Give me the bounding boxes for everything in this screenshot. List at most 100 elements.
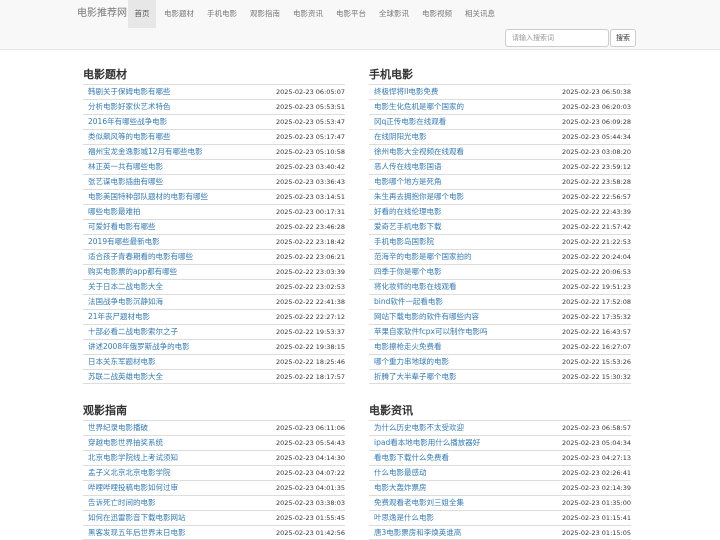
article-link[interactable]: 2016年有哪些战争电影 bbox=[88, 115, 167, 129]
article-link[interactable]: 21年丧尸题材电影 bbox=[88, 310, 150, 324]
article-link[interactable]: 2019有哪些最新电影 bbox=[88, 235, 160, 249]
site-brand[interactable]: 电影推荐网 bbox=[77, 0, 127, 28]
article-link[interactable]: 苹果自家软件fcpx可以制作电影吗 bbox=[374, 325, 487, 339]
article-link[interactable]: 折腾了大半辈子哪个电影 bbox=[374, 370, 457, 384]
article-link[interactable]: 穿越电影世界抽奖系统 bbox=[88, 436, 163, 450]
article-link[interactable]: 世界纪录电影播破 bbox=[88, 421, 148, 435]
list-item: 哔哩哔哩投稿电影如何过审 2025-02-23 04:01:35 bbox=[83, 480, 345, 495]
article-link[interactable]: 在线阴阳光电影 bbox=[374, 130, 427, 144]
article-link[interactable]: 孟子义北京北京电影学院 bbox=[88, 466, 171, 480]
list-item: 终极悍将II电影免费 2025-02-23 06:50:38 bbox=[369, 84, 631, 99]
nav-item-related-info[interactable]: 相关讯息 bbox=[460, 0, 500, 28]
article-list: 终极悍将II电影免费 2025-02-23 06:50:38 电影生化危机是哪个国家… bbox=[369, 84, 631, 384]
article-link[interactable]: 范海辛的电影是哪个国家拍的 bbox=[374, 250, 472, 264]
article-link[interactable]: 网站下载电影的软件有哪些内容 bbox=[374, 310, 479, 324]
article-date: 2025-02-23 06:58:57 bbox=[561, 424, 631, 432]
section-title: 电影资讯 bbox=[369, 404, 413, 417]
search-button[interactable]: 搜索 bbox=[610, 29, 636, 47]
article-link[interactable]: 讲述2008年俄罗斯战争的电影 bbox=[88, 340, 190, 354]
article-date: 2025-02-22 22:41:38 bbox=[275, 298, 345, 306]
article-date: 2025-02-22 23:02:53 bbox=[275, 283, 345, 291]
article-link[interactable]: 免费观看老电影刘三姐全集 bbox=[374, 496, 464, 510]
list-item: 冈q正传电影在线观看 2025-02-23 06:09:28 bbox=[369, 114, 631, 129]
article-link[interactable]: 黑客发现五年后世界末日电影 bbox=[88, 526, 186, 540]
article-link[interactable]: 终极悍将II电影免费 bbox=[374, 85, 438, 99]
nav-item-movie-video[interactable]: 电影视频 bbox=[417, 0, 457, 28]
article-link[interactable]: 林正英一共有哪些电影 bbox=[88, 160, 163, 174]
article-link[interactable]: 电影擦枪走火免费看 bbox=[374, 340, 442, 354]
article-link[interactable]: 类似飙风等的电影有哪些 bbox=[88, 130, 171, 144]
nav-item-home[interactable]: 首页 bbox=[128, 0, 156, 28]
article-link[interactable]: 手机电影岛国影院 bbox=[374, 235, 434, 249]
article-link[interactable]: 韩剧关于保姆电影有哪些 bbox=[88, 85, 171, 99]
article-link[interactable]: 可爱好看电影有哪些 bbox=[88, 220, 156, 234]
article-link[interactable]: 冈q正传电影在线观看 bbox=[374, 115, 446, 129]
article-link[interactable]: 关于日本二战电影大全 bbox=[88, 280, 163, 294]
article-link[interactable]: 好看的在线伦理电影 bbox=[374, 205, 442, 219]
article-link[interactable]: 唐3电影票房和李焕英谁高 bbox=[374, 526, 461, 540]
list-item: 关于日本二战电影大全 2025-02-22 23:02:53 bbox=[83, 279, 345, 294]
article-date: 2025-02-22 20:06:53 bbox=[561, 268, 631, 276]
list-item: 十部必看二战电影索尔之子 2025-02-22 19:53:37 bbox=[83, 324, 345, 339]
article-date: 2025-02-23 01:35:00 bbox=[561, 499, 631, 507]
article-link[interactable]: 四季于你是哪个电影 bbox=[374, 265, 442, 279]
article-link[interactable]: 恶人传在线电影国语 bbox=[374, 160, 442, 174]
article-link[interactable]: 告诉死亡时间的电影 bbox=[88, 496, 156, 510]
nav-item-genres[interactable]: 电影题材 bbox=[159, 0, 199, 28]
nav-item-movie-platform[interactable]: 电影平台 bbox=[331, 0, 371, 28]
article-link[interactable]: 苏联二战英雄电影大全 bbox=[88, 370, 163, 384]
list-item: 如何在迅雷影音下载电影网站 2025-02-23 01:55:45 bbox=[83, 510, 345, 525]
article-link[interactable]: 适合孩子青春期看的电影有哪些 bbox=[88, 250, 193, 264]
article-date: 2025-02-22 22:56:57 bbox=[561, 193, 631, 201]
article-link[interactable]: 哔哩哔哩投稿电影如何过审 bbox=[88, 481, 178, 495]
article-link[interactable]: 法国战争电影沉静如海 bbox=[88, 295, 163, 309]
article-link[interactable]: 电影大轰炸票房 bbox=[374, 481, 427, 495]
article-link[interactable]: 叶思逸是什么电影 bbox=[374, 511, 434, 525]
nav-item-viewing-guide[interactable]: 观影指南 bbox=[245, 0, 285, 28]
article-link[interactable]: 徐州电影大全视频在线观看 bbox=[374, 145, 464, 159]
article-link[interactable]: 福州宝龙金逸影城12月有哪些电影 bbox=[88, 145, 203, 159]
article-link[interactable]: 北京电影学院线上考试须知 bbox=[88, 451, 178, 465]
search-input[interactable] bbox=[505, 29, 609, 47]
nav-item-movie-news[interactable]: 电影资讯 bbox=[288, 0, 328, 28]
list-item: 恶人传在线电影国语 2025-02-22 23:59:12 bbox=[369, 159, 631, 174]
article-link[interactable]: 分析电影好家伙艺术特色 bbox=[88, 100, 171, 114]
article-date: 2025-02-22 15:53:26 bbox=[561, 358, 631, 366]
article-link[interactable]: 购买电影票的app都有哪些 bbox=[88, 265, 177, 279]
list-item: 什么电影最感动 2025-02-23 02:26:41 bbox=[369, 465, 631, 480]
article-date: 2025-02-22 23:46:28 bbox=[275, 223, 345, 231]
list-item: 黑客发现五年后世界末日电影 2025-02-23 01:42:56 bbox=[83, 525, 345, 540]
article-link[interactable]: 爱奇艺手机电影下载 bbox=[374, 220, 442, 234]
article-link[interactable]: 哪些电影最难拍 bbox=[88, 205, 141, 219]
list-item: 哪个重力串地球的电影 2025-02-22 15:53:26 bbox=[369, 354, 631, 369]
list-item: 日本关东军题材电影 2025-02-22 18:25:46 bbox=[83, 354, 345, 369]
article-link[interactable]: 什么电影最感动 bbox=[374, 466, 427, 480]
article-date: 2025-02-22 18:17:57 bbox=[275, 373, 345, 381]
article-date: 2025-02-23 01:55:45 bbox=[275, 514, 345, 522]
list-item: 唐3电影票房和李焕英谁高 2025-02-23 01:15:05 bbox=[369, 525, 631, 540]
article-link[interactable]: 将化妆师的电影在线观看 bbox=[374, 280, 457, 294]
article-date: 2025-02-23 05:10:58 bbox=[275, 148, 345, 156]
article-link[interactable]: 为什么历史电影不太受欢迎 bbox=[374, 421, 464, 435]
article-link[interactable]: 电影生化危机是哪个国家的 bbox=[374, 100, 464, 114]
list-item: 手机电影岛国影院 2025-02-22 21:22:53 bbox=[369, 234, 631, 249]
article-link[interactable]: 看电影下载什么免费看 bbox=[374, 451, 449, 465]
nav-item-mobile-movies[interactable]: 手机电影 bbox=[202, 0, 242, 28]
article-link[interactable]: bind软件一起看电影 bbox=[374, 295, 443, 309]
list-item: 2019有哪些最新电影 2025-02-22 23:18:42 bbox=[83, 234, 345, 249]
list-item: 适合孩子青春期看的电影有哪些 2025-02-22 23:06:21 bbox=[83, 249, 345, 264]
article-date: 2025-02-22 19:51:23 bbox=[561, 283, 631, 291]
article-link[interactable]: 如何在迅雷影音下载电影网站 bbox=[88, 511, 186, 525]
list-item: 电影生化危机是哪个国家的 2025-02-23 06:20:03 bbox=[369, 99, 631, 114]
nav-item-global-news[interactable]: 全球影讯 bbox=[374, 0, 414, 28]
list-item: 分析电影好家伙艺术特色 2025-02-23 05:53:51 bbox=[83, 99, 345, 114]
article-link[interactable]: 日本关东军题材电影 bbox=[88, 355, 156, 369]
article-link[interactable]: 电影美国特种部队题材的电影有哪些 bbox=[88, 190, 208, 204]
article-link[interactable]: 哪个重力串地球的电影 bbox=[374, 355, 449, 369]
article-link[interactable]: 张艺谋电影插曲有哪些 bbox=[88, 175, 163, 189]
article-link[interactable]: 电影哪个地方是死角 bbox=[374, 175, 442, 189]
article-link[interactable]: 朱生再去拥抱你是哪个电影 bbox=[374, 190, 464, 204]
article-link[interactable]: 十部必看二战电影索尔之子 bbox=[88, 325, 178, 339]
article-link[interactable]: ipad看本地电影用什么播放器好 bbox=[374, 436, 480, 450]
list-item: 讲述2008年俄罗斯战争的电影 2025-02-22 19:38:15 bbox=[83, 339, 345, 354]
